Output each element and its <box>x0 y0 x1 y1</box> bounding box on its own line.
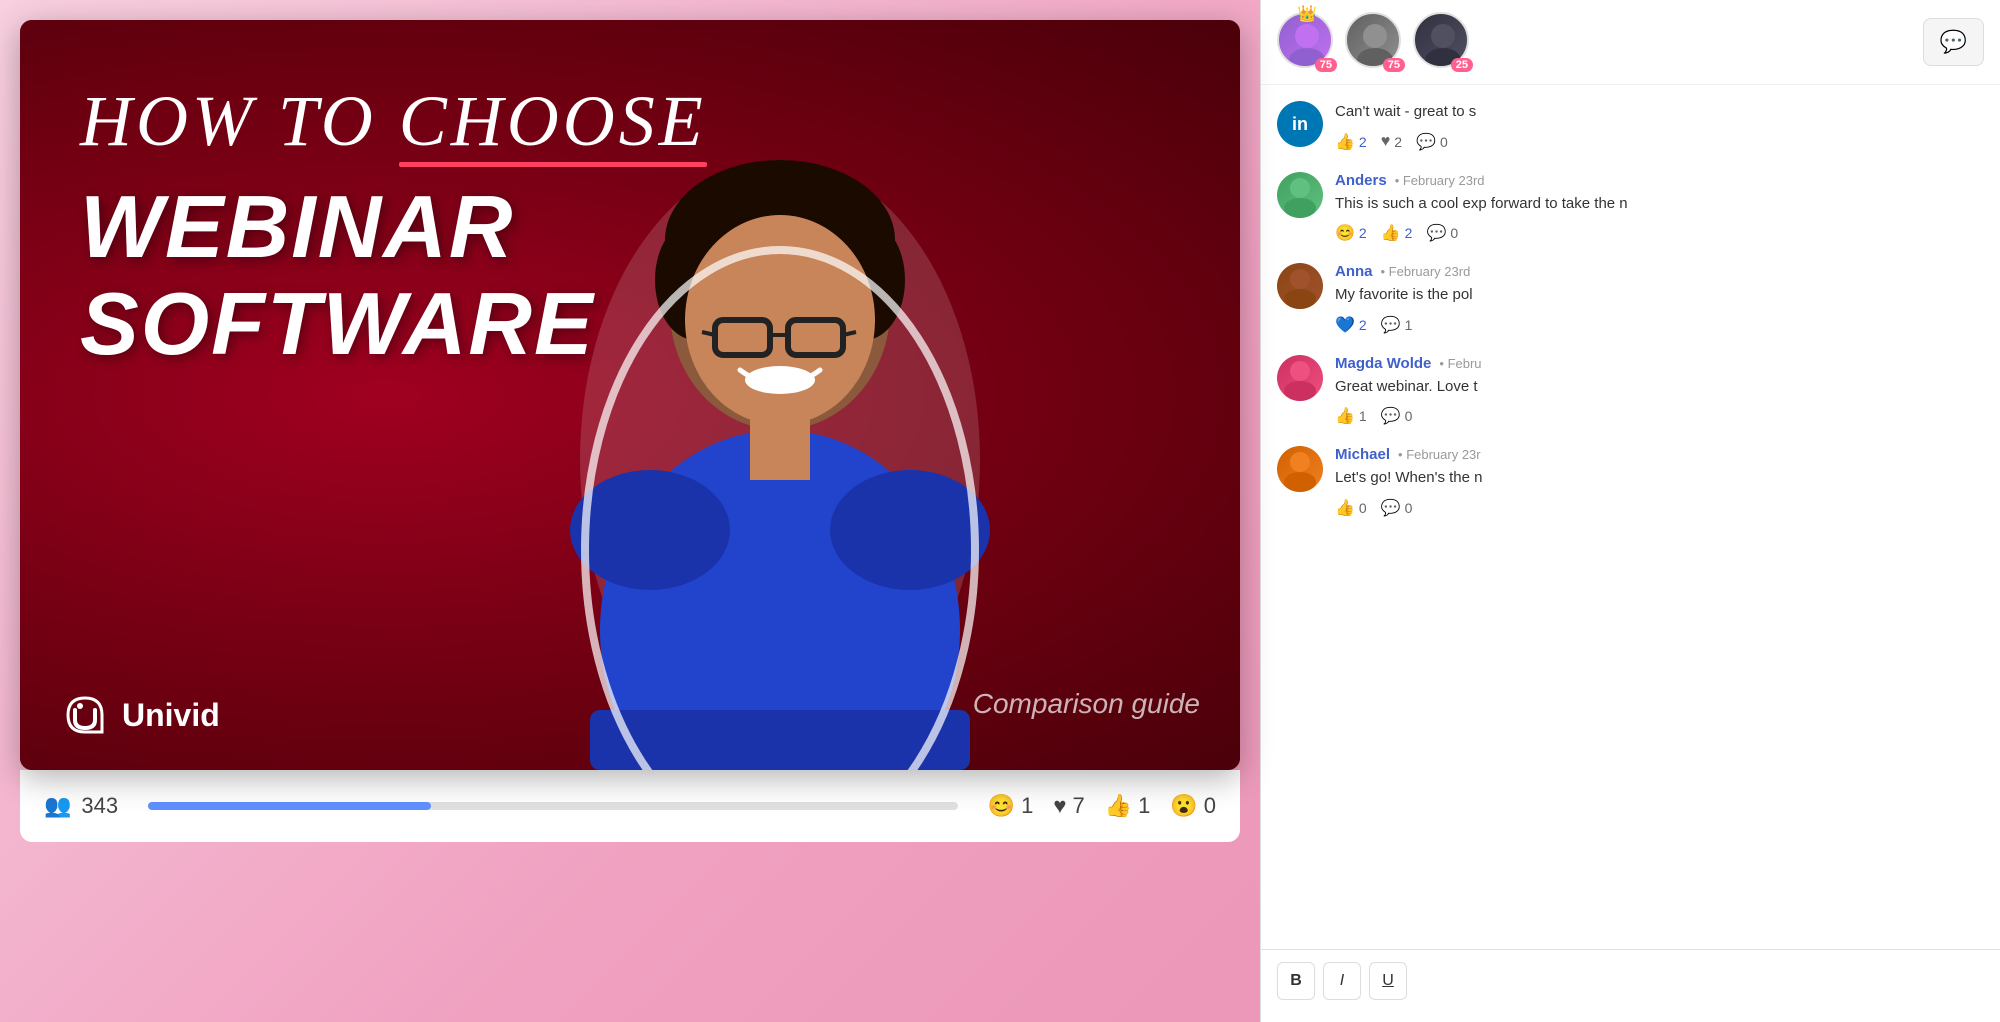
chat-top-bar: 👑 75 75 25 💬 <box>1261 0 2000 85</box>
chat-input-bar: B I U <box>1261 949 2000 1022</box>
like-emoji: 👍 <box>1105 793 1132 819</box>
msg-avatar-3 <box>1277 263 1323 309</box>
msg-reaction-like-5[interactable]: 👍 0 <box>1335 498 1367 518</box>
msg-text-3: My favorite is the pol <box>1335 284 1984 307</box>
msg-reactions-4: 👍 1 💬 0 <box>1335 406 1984 426</box>
univid-logo-text: Univid <box>122 697 220 734</box>
attendees-number: 343 <box>81 793 118 819</box>
avatar-badge-3[interactable]: 25 <box>1413 12 1473 72</box>
underline-button[interactable]: U <box>1369 962 1407 1000</box>
chat-message-4: Magda Wolde • Febru Great webinar. Love … <box>1277 355 1984 427</box>
reaction-like[interactable]: 👍 1 <box>1105 793 1151 819</box>
msg-reaction-like-2[interactable]: 👍 2 <box>1381 223 1413 243</box>
msg-content-5: Michael • February 23r Let's go! When's … <box>1335 446 1984 518</box>
msg-reaction-smile-2[interactable]: 😊 2 <box>1335 223 1367 243</box>
main-container: HOW TO CHOOSE WEBINAR SOFTWARE <box>0 0 2000 1022</box>
msg-reaction-comment-3[interactable]: 💬 1 <box>1381 315 1413 335</box>
msg-content-2: Anders • February 23rd This is such a co… <box>1335 172 1984 244</box>
video-bottom-bar: 👥 343 😊 1 ♥ 7 👍 1 <box>20 770 1240 842</box>
avatar-badge-1[interactable]: 👑 75 <box>1277 12 1337 72</box>
msg-reaction-comment-2[interactable]: 💬 0 <box>1426 223 1458 243</box>
heart-count: 7 <box>1072 793 1084 819</box>
badge-count-2: 75 <box>1383 58 1405 72</box>
msg-content-4: Magda Wolde • Febru Great webinar. Love … <box>1335 355 1984 427</box>
smile-emoji: 😊 <box>988 793 1015 819</box>
msg-reaction-comment-5[interactable]: 💬 0 <box>1381 498 1413 518</box>
msg-date-2: • February 23rd <box>1395 173 1485 188</box>
chat-message-5: Michael • February 23r Let's go! When's … <box>1277 446 1984 518</box>
attendees-count: 👥 343 <box>44 793 118 819</box>
chat-message-1: in Can't wait - great to s 👍 2 ♥ 2 <box>1277 101 1984 152</box>
msg-author-3: Anna <box>1335 263 1373 280</box>
msg-reaction-heart-3[interactable]: 💙 2 <box>1335 315 1367 335</box>
reaction-heart[interactable]: ♥ 7 <box>1053 793 1084 819</box>
msg-date-4: • Febru <box>1439 356 1481 371</box>
chat-tab-button[interactable]: 💬 <box>1923 18 1984 66</box>
msg-content-1: Can't wait - great to s 👍 2 ♥ 2 💬 0 <box>1335 101 1984 152</box>
msg-avatar-4 <box>1277 355 1323 401</box>
chat-message-3: Anna • February 23rd My favorite is the … <box>1277 263 1984 335</box>
msg-reaction-comment-4[interactable]: 💬 0 <box>1381 406 1413 426</box>
msg-text-4: Great webinar. Love t <box>1335 376 1984 399</box>
msg-text-2: This is such a cool exp forward to take … <box>1335 193 1984 216</box>
msg-reactions-1: 👍 2 ♥ 2 💬 0 <box>1335 132 1984 152</box>
msg-text-5: Let's go! When's the n <box>1335 467 1984 490</box>
msg-text-1: Can't wait - great to s <box>1335 101 1984 124</box>
msg-author-4: Magda Wolde <box>1335 355 1431 372</box>
msg-author-5: Michael <box>1335 446 1390 463</box>
msg-reaction-comment-1[interactable]: 💬 0 <box>1416 132 1448 152</box>
video-panel: HOW TO CHOOSE WEBINAR SOFTWARE <box>0 0 1260 1022</box>
msg-header-3: Anna • February 23rd <box>1335 263 1984 280</box>
msg-date-5: • February 23r <box>1398 447 1481 462</box>
video-wrapper: HOW TO CHOOSE WEBINAR SOFTWARE <box>20 20 1240 770</box>
msg-content-3: Anna • February 23rd My favorite is the … <box>1335 263 1984 335</box>
msg-reactions-5: 👍 0 💬 0 <box>1335 498 1984 518</box>
reaction-wow[interactable]: 😮 0 <box>1170 793 1216 819</box>
msg-avatar-5 <box>1277 446 1323 492</box>
msg-reactions-3: 💙 2 💬 1 <box>1335 315 1984 335</box>
msg-date-3: • February 23rd <box>1381 264 1471 279</box>
msg-header-5: Michael • February 23r <box>1335 446 1984 463</box>
msg-reaction-like-4[interactable]: 👍 1 <box>1335 406 1367 426</box>
like-count: 1 <box>1138 793 1150 819</box>
badge-count-1: 75 <box>1315 58 1337 72</box>
univid-logo: Univid <box>60 690 220 740</box>
progress-fill <box>148 802 431 810</box>
msg-header-4: Magda Wolde • Febru <box>1335 355 1984 372</box>
bold-button[interactable]: B <box>1277 962 1315 1000</box>
smile-count: 1 <box>1021 793 1033 819</box>
univid-logo-icon <box>60 690 110 740</box>
msg-reaction-heart-1[interactable]: ♥ 2 <box>1381 133 1402 151</box>
chat-messages: in Can't wait - great to s 👍 2 ♥ 2 <box>1261 85 2000 949</box>
crown-icon: 👑 <box>1297 4 1317 24</box>
video-person <box>530 150 1030 770</box>
msg-avatar-1: in <box>1277 101 1323 147</box>
heart-emoji: ♥ <box>1053 793 1066 819</box>
chat-formatting-toolbar: B I U <box>1277 962 1984 1010</box>
avatar-badge-2[interactable]: 75 <box>1345 12 1405 72</box>
attendees-icon: 👥 <box>44 793 71 819</box>
msg-author-2: Anders <box>1335 172 1387 189</box>
reaction-smile[interactable]: 😊 1 <box>988 793 1034 819</box>
progress-bar[interactable] <box>148 802 958 810</box>
chat-panel: 👑 75 75 25 💬 <box>1260 0 2000 1022</box>
msg-reaction-like-1[interactable]: 👍 2 <box>1335 132 1367 152</box>
msg-reactions-2: 😊 2 👍 2 💬 0 <box>1335 223 1984 243</box>
msg-avatar-2 <box>1277 172 1323 218</box>
chat-message-2: Anders • February 23rd This is such a co… <box>1277 172 1984 244</box>
italic-button[interactable]: I <box>1323 962 1361 1000</box>
wow-count: 0 <box>1204 793 1216 819</box>
badge-count-3: 25 <box>1451 58 1473 72</box>
wow-emoji: 😮 <box>1170 793 1197 819</box>
chat-tab-icon: 💬 <box>1940 29 1967 55</box>
comparison-guide-text: Comparison guide <box>973 688 1200 720</box>
msg-header-2: Anders • February 23rd <box>1335 172 1984 189</box>
reactions-bar: 😊 1 ♥ 7 👍 1 😮 0 <box>988 793 1216 819</box>
